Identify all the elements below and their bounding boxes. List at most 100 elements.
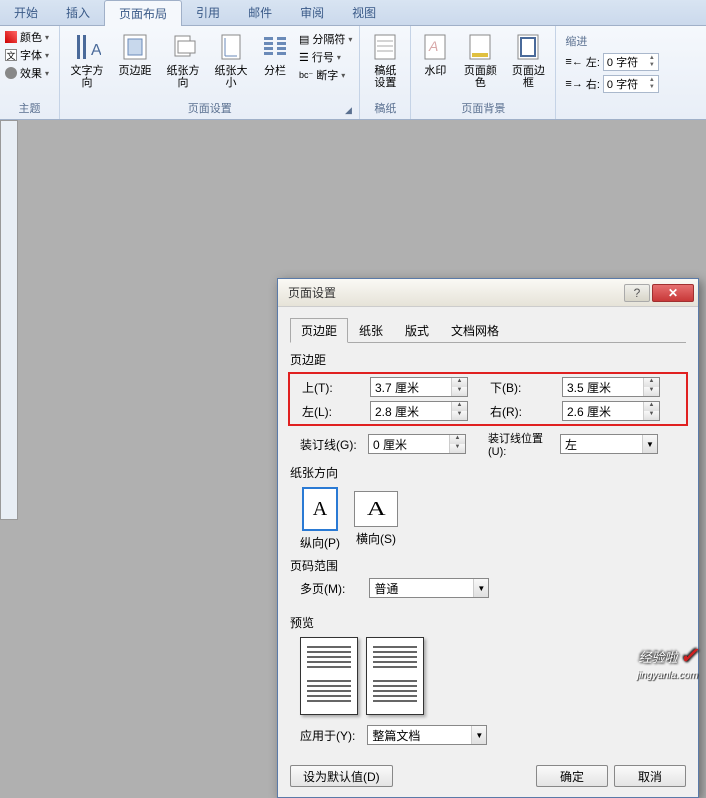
cancel-btn[interactable]: 取消	[614, 765, 686, 787]
watermark-btn[interactable]: A 水印	[416, 29, 454, 79]
dlg-tab-margin[interactable]: 页边距	[290, 318, 348, 343]
spin-down-icon[interactable]: ▼	[452, 387, 467, 396]
close-icon: ✕	[668, 286, 678, 300]
dlg-tab-layout[interactable]: 版式	[394, 318, 440, 343]
page-color-label: 页面颜色	[460, 65, 500, 89]
spin-down-icon[interactable]: ▼	[647, 62, 657, 69]
multi-label: 多页(M):	[300, 580, 345, 597]
landscape-label: 横向(S)	[356, 530, 396, 547]
indent-left-value: 0 字符	[607, 54, 638, 70]
indent-left-icon: ≡←	[565, 56, 582, 68]
effect-swatch-icon	[5, 67, 17, 79]
dialog-tabs: 页边距 纸张 版式 文档网格	[290, 317, 686, 343]
dropdown-arrow-icon[interactable]: ▼	[642, 435, 657, 453]
gutter-pos-select[interactable]: 左▼	[560, 434, 658, 454]
text-direction-btn[interactable]: A 文字方向	[65, 29, 109, 91]
spin-down-icon[interactable]: ▼	[647, 84, 657, 91]
columns-icon	[259, 31, 291, 63]
tab-start[interactable]: 开始	[0, 0, 52, 26]
page-border-btn[interactable]: 页面边框	[506, 29, 550, 91]
tab-review[interactable]: 审阅	[286, 0, 338, 26]
spin-down-icon[interactable]: ▼	[644, 387, 659, 396]
spin-up-icon[interactable]: ▲	[452, 402, 467, 411]
group-title-indent	[561, 114, 662, 118]
margins-label: 页边距	[119, 65, 152, 77]
top-input[interactable]: 3.7 厘米▲▼	[370, 377, 468, 397]
line-numbers-btn[interactable]: ☰ 行号 ▾	[299, 49, 352, 65]
right-value: 2.6 厘米	[567, 403, 611, 420]
dialog-titlebar[interactable]: 页面设置 ? ✕	[278, 279, 698, 307]
spin-down-icon[interactable]: ▼	[450, 444, 465, 453]
multi-value: 普通	[374, 580, 398, 597]
ribbon-group-theme: 颜色 ▾ 文 字体 ▾ 效果 ▾ 主题	[0, 26, 60, 119]
indent-right-icon: ≡→	[565, 78, 582, 90]
manuscript-btn[interactable]: 稿纸 设置	[365, 29, 405, 91]
svg-text:A: A	[428, 38, 438, 54]
bottom-input[interactable]: 3.5 厘米▲▼	[562, 377, 660, 397]
spin-up-icon[interactable]: ▲	[647, 77, 657, 84]
dropdown-arrow-icon: ▾	[348, 35, 352, 44]
gutter-pos-label: 装订线位置(U):	[488, 430, 560, 458]
default-btn[interactable]: 设为默认值(D)	[290, 765, 393, 787]
left-input[interactable]: 2.8 厘米 ▲▼	[370, 401, 468, 421]
indent-left-input[interactable]: 0 字符 ▲▼	[603, 53, 659, 71]
theme-font-label: 字体	[20, 47, 42, 63]
theme-effect-btn[interactable]: 效果 ▾	[5, 65, 54, 81]
right-input[interactable]: 2.6 厘米 ▲▼	[562, 401, 660, 421]
spin-up-icon[interactable]: ▲	[450, 435, 465, 444]
tab-layout[interactable]: 页面布局	[104, 0, 182, 26]
indent-title: 缩进	[565, 33, 658, 49]
margins-highlight-box: 上(T): 3.7 厘米▲▼ 下(B): 3.5 厘米▲▼ 左(L): 2.8 …	[288, 372, 688, 426]
dlg-tab-paper[interactable]: 纸张	[348, 318, 394, 343]
ribbon-group-page-setup: A 文字方向 页边距 纸张方向 纸张大小 分栏 ▤	[60, 26, 360, 119]
page-setup-launcher[interactable]: ◢	[342, 105, 354, 117]
dropdown-arrow-icon[interactable]: ▼	[471, 726, 486, 744]
tab-reference[interactable]: 引用	[182, 0, 234, 26]
tab-view[interactable]: 视图	[338, 0, 390, 26]
orientation-label: 纸张方向	[163, 65, 203, 89]
ribbon-group-manuscript: 稿纸 设置 稿纸	[360, 26, 411, 119]
separator-btn[interactable]: ▤ 分隔符 ▾	[299, 31, 352, 47]
columns-btn[interactable]: 分栏	[257, 29, 293, 79]
spin-up-icon[interactable]: ▲	[647, 55, 657, 62]
multi-select[interactable]: 普通 ▼	[369, 578, 489, 598]
dialog-close-btn[interactable]: ✕	[652, 284, 694, 302]
dialog-help-btn[interactable]: ?	[624, 284, 650, 302]
margins-section-label: 页边距	[290, 351, 686, 368]
spin-up-icon[interactable]: ▲	[452, 378, 467, 387]
indent-right-input[interactable]: 0 字符 ▲▼	[603, 75, 659, 93]
ok-btn[interactable]: 确定	[536, 765, 608, 787]
indent-right-value: 0 字符	[607, 76, 638, 92]
tab-insert[interactable]: 插入	[52, 0, 104, 26]
size-btn[interactable]: 纸张大小	[209, 29, 253, 91]
dropdown-arrow-icon: ▾	[45, 69, 49, 78]
orientation-btn[interactable]: 纸张方向	[161, 29, 205, 91]
orientation-portrait[interactable]: A 纵向(P)	[300, 487, 340, 551]
margins-btn[interactable]: 页边距	[113, 29, 157, 79]
orientation-landscape[interactable]: A 横向(S)	[354, 487, 398, 551]
hyphenation-btn[interactable]: bc⁻ 断字 ▾	[299, 67, 352, 83]
bottom-label: 下(B):	[490, 379, 562, 396]
left-value: 2.8 厘米	[375, 403, 419, 420]
columns-label: 分栏	[264, 65, 286, 77]
apply-label: 应用于(Y):	[300, 727, 355, 744]
apply-select[interactable]: 整篇文档▼	[367, 725, 487, 745]
document-area: 页面设置 ? ✕ 页边距 纸张 版式 文档网格 页边距 上(T): 3.7 厘米…	[0, 120, 706, 683]
gutter-input[interactable]: 0 厘米▲▼	[368, 434, 466, 454]
tab-mail[interactable]: 邮件	[234, 0, 286, 26]
ribbon-group-page-bg: A 水印 页面颜色 页面边框 页面背景	[411, 26, 556, 119]
dropdown-arrow-icon: ▾	[45, 33, 49, 42]
page-color-btn[interactable]: 页面颜色	[458, 29, 502, 91]
svg-text:A: A	[91, 42, 101, 59]
spin-up-icon[interactable]: ▲	[644, 402, 659, 411]
spin-down-icon[interactable]: ▼	[644, 411, 659, 420]
dropdown-arrow-icon[interactable]: ▼	[473, 579, 488, 597]
gutter-label: 装订线(G):	[300, 436, 368, 453]
orientation-icon	[167, 31, 199, 63]
spin-up-icon[interactable]: ▲	[644, 378, 659, 387]
spin-down-icon[interactable]: ▼	[452, 411, 467, 420]
theme-color-btn[interactable]: 颜色 ▾	[5, 29, 54, 45]
theme-font-btn[interactable]: 文 字体 ▾	[5, 47, 54, 63]
dropdown-arrow-icon: ▾	[45, 51, 49, 60]
dlg-tab-grid[interactable]: 文档网格	[440, 318, 510, 343]
